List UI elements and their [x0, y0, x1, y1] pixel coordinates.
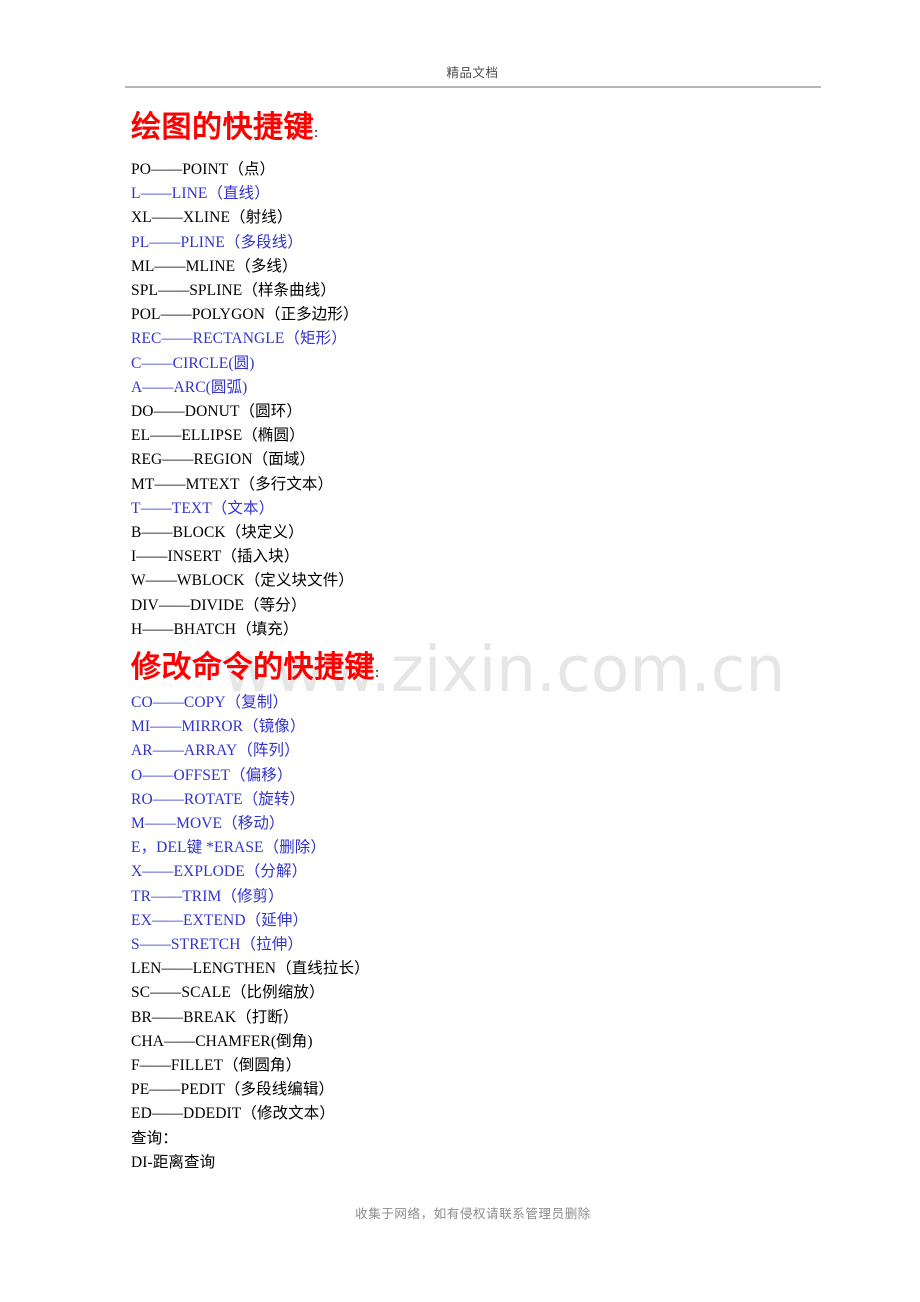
section-title-colon: :: [375, 665, 380, 681]
list-item: E，DEL键 *ERASE（删除）: [131, 839, 327, 857]
list-item: MT——MTEXT（多行文本）: [131, 475, 334, 493]
section-title-text: 修改命令的快捷键: [131, 650, 375, 685]
list-item: A——ARC(圆弧): [131, 378, 248, 396]
list-item: ML——MLINE（多线）: [131, 257, 298, 275]
page-footer-text: 收集于网络，如有侵权请联系管理员删除: [355, 1206, 591, 1221]
list-item: AR——ARRAY（阵列）: [131, 742, 300, 760]
list-item: ED——DDEDIT（修改文本）: [131, 1105, 335, 1123]
list-item: REG——REGION（面域）: [131, 451, 316, 469]
list-item: B——BLOCK（块定义）: [131, 524, 304, 542]
header-divider: [125, 86, 821, 88]
list-item: PL——PLINE（多段线）: [131, 233, 303, 251]
command-list-modify-shortcuts: CO——COPY（复制） MI——MIRROR（镜像） AR——ARRAY（阵列…: [131, 691, 370, 1175]
list-item: O——OFFSET（偏移）: [131, 766, 293, 784]
list-item: C——CIRCLE(圆): [131, 354, 255, 372]
list-item: S——STRETCH（拉伸）: [131, 936, 303, 954]
list-item: 查询：: [131, 1129, 178, 1147]
list-item: T——TEXT（文本）: [131, 499, 275, 517]
list-item: DI-距离查询: [131, 1153, 216, 1171]
list-item: X——EXPLODE（分解）: [131, 863, 308, 881]
list-item: EX——EXTEND（延伸）: [131, 911, 309, 929]
list-item: F——FILLET（倒圆角）: [131, 1057, 302, 1075]
list-item: REC——RECTANGLE（矩形）: [131, 330, 347, 348]
list-item: SC——SCALE（比例缩放）: [131, 984, 325, 1002]
section-title-text: 绘图的快捷键: [131, 110, 314, 145]
list-item: TR——TRIM（修剪）: [131, 887, 284, 905]
list-item: XL——XLINE（射线）: [131, 209, 293, 227]
list-item: PE——PEDIT（多段线编辑）: [131, 1081, 335, 1099]
command-list-drawing-shortcuts: PO——POINT（点） L——LINE（直线） XL——XLINE（射线） P…: [131, 158, 359, 642]
page-footer: 收集于网络，如有侵权请联系管理员删除: [125, 1203, 821, 1223]
list-item: EL——ELLIPSE（椭圆）: [131, 427, 305, 445]
page-header-title: 精品文档: [446, 65, 499, 80]
list-item: M——MOVE（移动）: [131, 815, 285, 833]
list-item: PO——POINT（点）: [131, 161, 276, 178]
page-header: 精品文档: [125, 64, 820, 82]
list-item: MI——MIRROR（镜像）: [131, 718, 306, 736]
list-item: POL——POLYGON（正多边形）: [131, 306, 359, 324]
list-item: W——WBLOCK（定义块文件）: [131, 572, 354, 590]
list-item: DO——DONUT（圆环）: [131, 403, 302, 421]
section-title-colon: :: [314, 125, 319, 141]
list-item: CHA——CHAMFER(倒角): [131, 1032, 313, 1050]
list-item: DIV——DIVIDE（等分）: [131, 596, 307, 614]
list-item: RO——ROTATE（旋转）: [131, 790, 306, 808]
list-item: SPL——SPLINE（样条曲线）: [131, 282, 336, 300]
list-item: BR——BREAK（打断）: [131, 1008, 299, 1026]
list-item: CO——COPY（复制）: [131, 694, 289, 711]
list-item: I——INSERT（插入块）: [131, 548, 300, 566]
section-title-modify-shortcuts: 修改命令的快捷键:: [131, 653, 379, 683]
section-title-drawing-shortcuts: 绘图的快捷键:: [131, 113, 318, 143]
list-item: L——LINE（直线）: [131, 185, 270, 203]
list-item: H——BHATCH（填充）: [131, 620, 299, 638]
list-item: LEN——LENGTHEN（直线拉长）: [131, 960, 370, 978]
